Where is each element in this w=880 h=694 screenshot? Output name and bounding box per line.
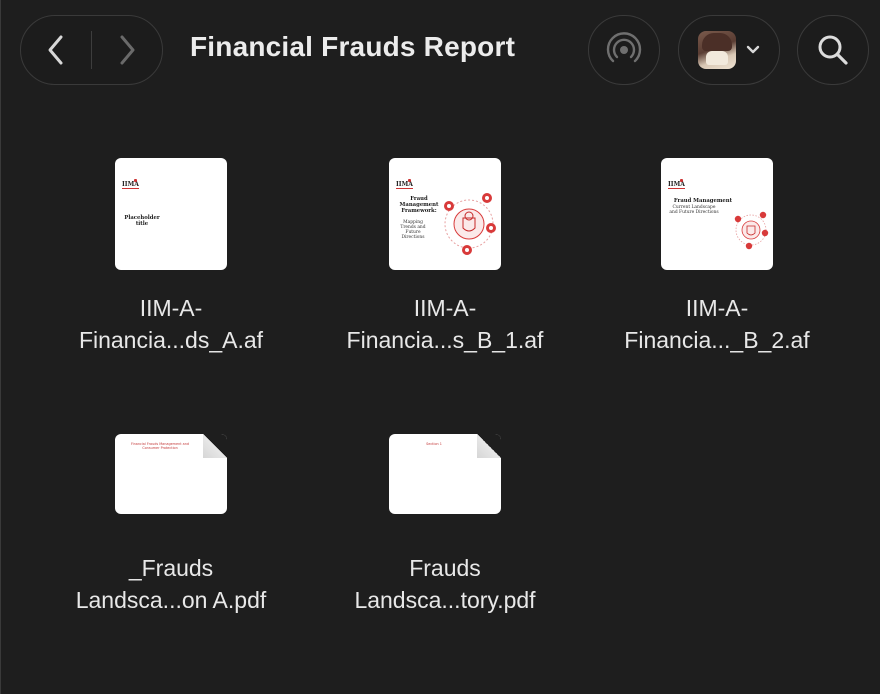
chevron-right-icon xyxy=(120,35,135,65)
thumbnail-subtitle: Mapping Trends and Future Directions xyxy=(400,220,426,240)
thumbnail-title: Fraud Management xyxy=(673,198,733,204)
file-name-line1: IIM-A- xyxy=(139,295,203,321)
fraud-illustration-icon xyxy=(444,193,496,255)
file-grid: IIMA Placeholder title IIM-A- Financia..… xyxy=(1,100,880,694)
file-name: IIM-A- Financia...s_B_1.af xyxy=(330,292,560,356)
forward-button[interactable] xyxy=(92,16,162,84)
file-name-line2: Financia...s_B_1.af xyxy=(346,327,544,353)
document-thumbnail: IIMA Placeholder title xyxy=(115,158,227,270)
file-name: _Frauds Landsca...on A.pdf xyxy=(56,552,286,616)
chevron-left-icon xyxy=(48,35,63,65)
file-name: IIM-A- Financia...ds_A.af xyxy=(56,292,286,356)
search-icon xyxy=(818,35,848,65)
back-button[interactable] xyxy=(21,16,91,84)
navigation-group xyxy=(20,15,163,85)
file-name: Frauds Landsca...tory.pdf xyxy=(330,552,560,616)
file-name-line1: _Frauds xyxy=(128,555,214,581)
iima-logo: IIMA xyxy=(396,181,413,189)
fraud-illustration-icon xyxy=(734,211,769,250)
file-item[interactable]: IIMA Placeholder title IIM-A- Financia..… xyxy=(56,158,286,358)
file-item[interactable]: IIMA Fraud Management Current Landscape … xyxy=(602,158,832,358)
thumbnail-text: Section 1 xyxy=(426,442,442,446)
pdf-thumbnail: Financial Frauds Management and Consumer… xyxy=(115,434,227,514)
thumbnail-text: Financial Frauds Management and Consumer… xyxy=(130,442,190,451)
file-name-line2: Financia..._B_2.af xyxy=(624,327,810,353)
airdrop-icon xyxy=(606,32,642,63)
thumbnail-title: Placeholder title xyxy=(124,215,160,227)
toolbar: Financial Frauds Report xyxy=(1,0,880,100)
window-title: Financial Frauds Report xyxy=(190,31,516,62)
iima-logo: IIMA xyxy=(122,181,139,189)
account-menu-button[interactable] xyxy=(678,15,780,85)
page-curl xyxy=(203,434,227,458)
logo-mark xyxy=(680,179,683,182)
file-name-line1: Frauds xyxy=(409,555,481,581)
file-name: IIM-A- Financia..._B_2.af xyxy=(602,292,832,356)
file-item[interactable]: Section 1 Frauds Landsca...tory.pdf xyxy=(330,434,560,624)
thumbnail-subtitle: Current Landscape and Future Directions xyxy=(669,205,719,215)
file-name-line1: IIM-A- xyxy=(413,295,477,321)
file-item[interactable]: Financial Frauds Management and Consumer… xyxy=(56,434,286,624)
document-thumbnail: IIMA Fraud Management Current Landscape … xyxy=(661,158,773,270)
file-name-line2: Landsca...on A.pdf xyxy=(75,587,267,613)
airdrop-button[interactable] xyxy=(588,15,660,85)
chevron-down-icon xyxy=(746,45,759,54)
thumbnail-title: Fraud Management Framework: xyxy=(399,196,439,214)
search-button[interactable] xyxy=(797,15,869,85)
logo-mark xyxy=(408,179,411,182)
document-thumbnail: IIMA Fraud Management Framework: Mapping… xyxy=(389,158,501,270)
file-name-line1: IIM-A- xyxy=(685,295,749,321)
page-curl xyxy=(477,434,501,458)
file-name-line2: Financia...ds_A.af xyxy=(78,327,264,353)
file-item[interactable]: IIMA Fraud Management Framework: Mapping… xyxy=(330,158,560,358)
iima-logo: IIMA xyxy=(668,181,685,189)
pdf-thumbnail: Section 1 xyxy=(389,434,501,514)
file-name-line2: Landsca...tory.pdf xyxy=(354,587,536,613)
avatar xyxy=(697,31,736,69)
logo-mark xyxy=(134,179,137,182)
finder-window: Financial Frauds Report IIMA Placeholder… xyxy=(0,0,880,694)
